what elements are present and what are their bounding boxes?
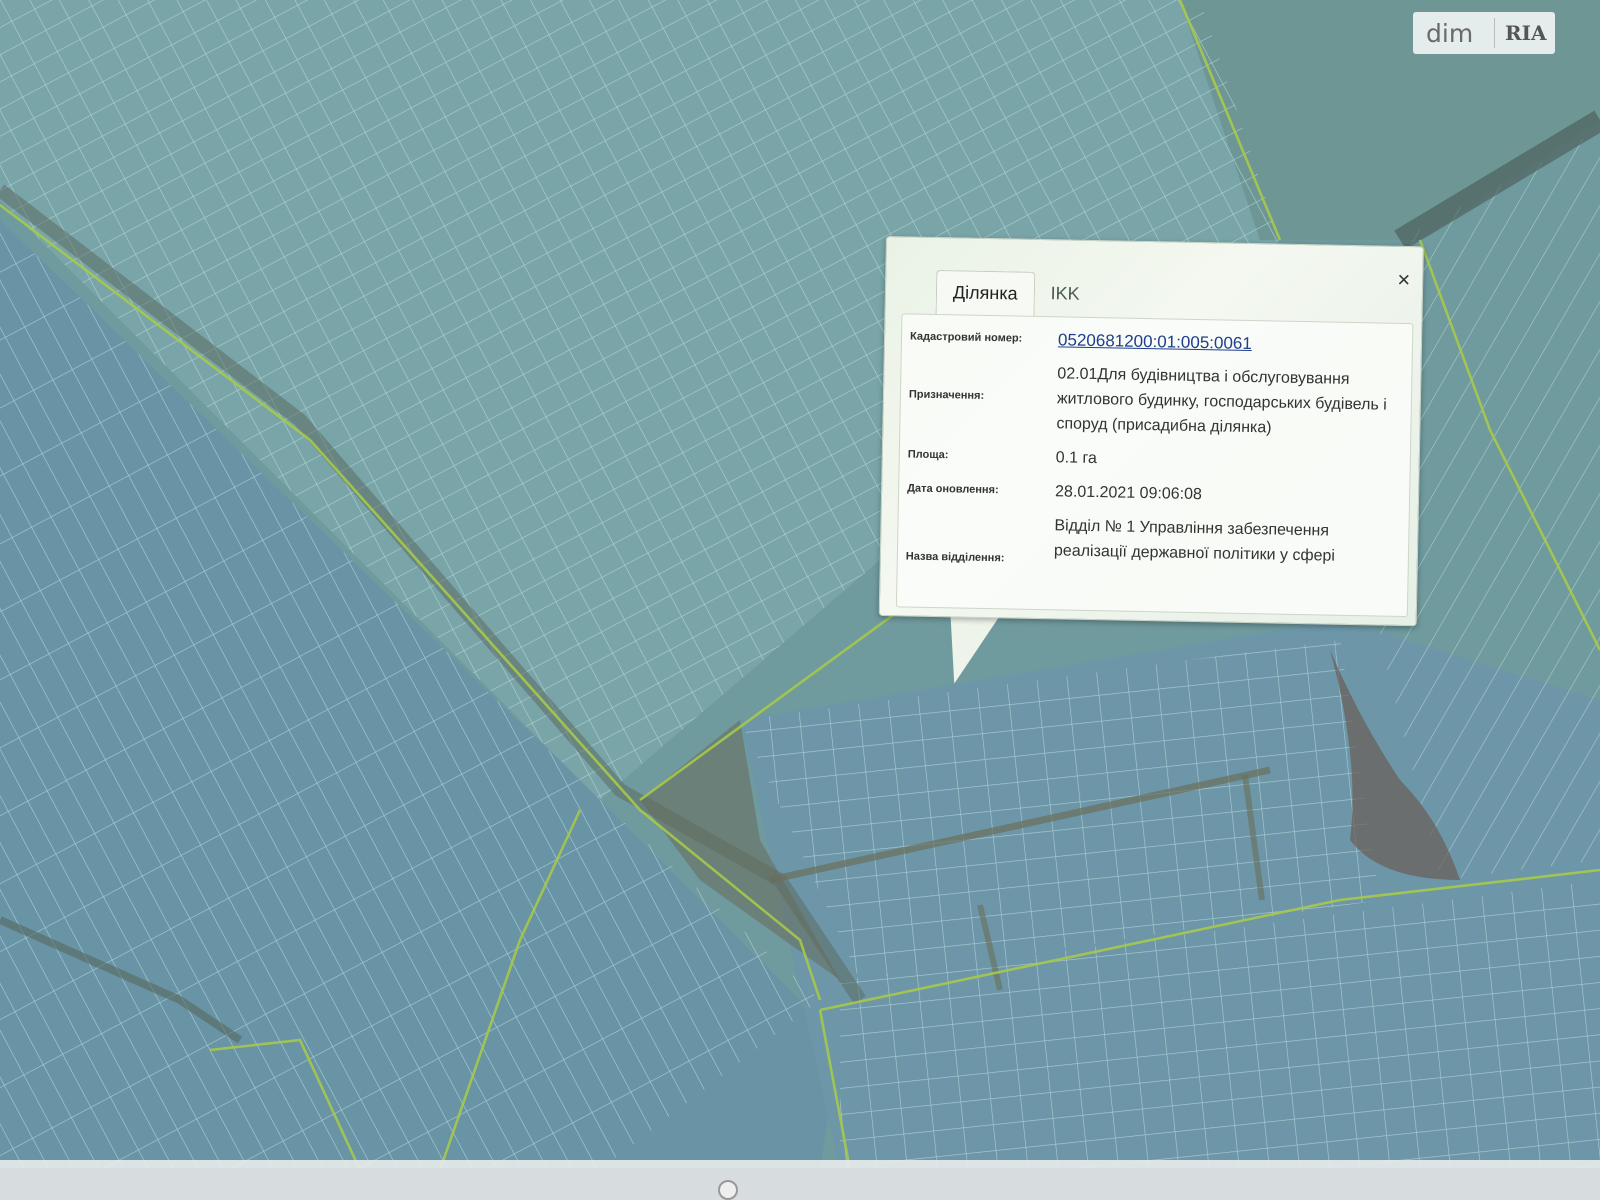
tab-parcel[interactable]: Ділянка bbox=[935, 269, 1036, 317]
field-department: Назва відділення: Відділ № 1 Управління … bbox=[899, 510, 1409, 564]
field-area: Площа: 0.1 га bbox=[900, 442, 1410, 467]
parcel-details: Кадастровий номер: 0520681200:01:005:006… bbox=[895, 313, 1414, 618]
field-value: 02.01Для будівництва і обслуговування жи… bbox=[1056, 365, 1387, 437]
field-purpose: Призначення: 02.01Для будівництва і обсл… bbox=[902, 358, 1412, 436]
watermark-dim-text: dim bbox=[1426, 18, 1474, 48]
field-label: Дата оновлення: bbox=[907, 482, 999, 497]
field-value: Відділ № 1 Управління забезпечення реалі… bbox=[1053, 517, 1336, 565]
tab-ikk[interactable]: IKK bbox=[1034, 272, 1096, 317]
field-label: Призначення: bbox=[908, 388, 985, 402]
field-update-date: Дата оновлення: 28.01.2021 09:06:08 bbox=[899, 476, 1409, 503]
close-icon[interactable]: × bbox=[1397, 267, 1410, 293]
field-label: Кадастровий номер: bbox=[909, 330, 1023, 345]
watermark-ria-logo: RIA bbox=[1505, 21, 1547, 45]
scrollbar-thumb[interactable] bbox=[718, 1180, 738, 1200]
parcel-info-popup: × Ділянка IKK Кадастровий номер: 0520681… bbox=[878, 236, 1424, 627]
popup-tabs: Ділянка IKK bbox=[935, 269, 1097, 317]
field-cadastral-number: Кадастровий номер: 0520681200:01:005:006… bbox=[902, 324, 1412, 353]
field-label: Площа: bbox=[907, 448, 949, 462]
field-value: 28.01.2021 09:06:08 bbox=[1054, 483, 1203, 504]
field-value: 0.1 га bbox=[1055, 449, 1098, 468]
cadastral-number-link[interactable]: 0520681200:01:005:0061 bbox=[1058, 327, 1404, 359]
dim-ria-watermark: dim RIA bbox=[1413, 12, 1555, 54]
horizontal-scrollbar[interactable] bbox=[0, 1168, 1600, 1200]
field-label: Назва відділення: bbox=[905, 550, 1005, 565]
